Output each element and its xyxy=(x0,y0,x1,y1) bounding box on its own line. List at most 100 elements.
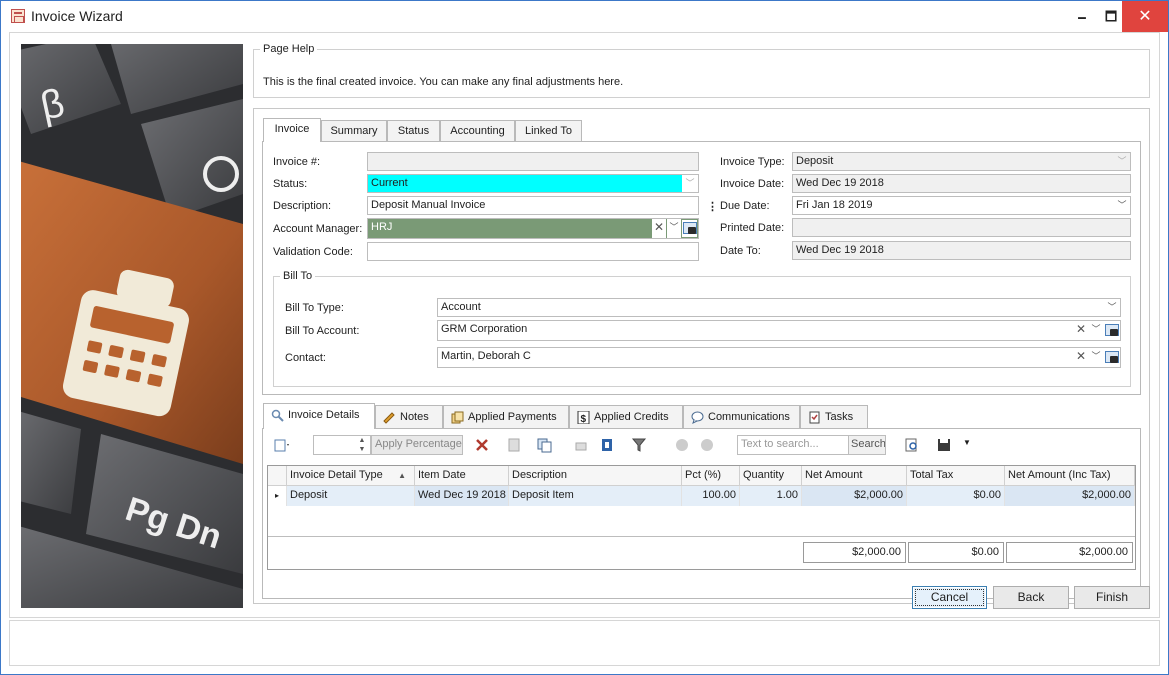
row-indicator-header xyxy=(268,466,287,486)
new-item-icon[interactable] xyxy=(273,436,291,454)
bill-to-account-value: GRM Corporation xyxy=(441,323,528,335)
contact-field[interactable]: Martin, Deborah C ✕ ﹀ xyxy=(437,347,1121,368)
chevron-down-icon[interactable]: ﹀ xyxy=(682,175,698,192)
finish-button[interactable]: Finish xyxy=(1074,586,1150,609)
due-date-field[interactable]: Fri Jan 18 2019 ﹀ xyxy=(792,196,1131,215)
tab-label: Invoice Details xyxy=(288,409,360,421)
tab-applied-credits[interactable]: $ Applied Credits xyxy=(569,405,683,429)
column-header[interactable]: Pct (%) xyxy=(682,466,740,486)
printed-date-field[interactable] xyxy=(792,218,1131,237)
dollar-icon: $ xyxy=(577,411,590,424)
keyboard-calculator-image: β Pg Dn xyxy=(21,44,243,608)
tab-invoice-details[interactable]: Invoice Details xyxy=(263,403,375,429)
sort-asc-icon: ▲ xyxy=(398,471,406,480)
tab-accounting[interactable]: Accounting xyxy=(440,120,515,142)
invoice-no-field[interactable] xyxy=(367,152,699,171)
column-header[interactable]: Total Tax xyxy=(907,466,1005,486)
tab-invoice[interactable]: Invoice xyxy=(263,118,321,142)
close-button[interactable]: ✕ xyxy=(1122,1,1168,32)
cancel-button[interactable]: Cancel xyxy=(912,586,987,609)
invoice-type-value: Deposit xyxy=(796,155,834,167)
row-selector-icon[interactable]: ▸ xyxy=(268,486,287,506)
lookup-icon[interactable] xyxy=(1104,349,1119,364)
search-input[interactable]: Text to search... xyxy=(737,435,849,455)
bill-to-type-select[interactable]: Account ﹀ xyxy=(437,298,1121,317)
column-header[interactable]: Net Amount xyxy=(802,466,907,486)
next-icon[interactable] xyxy=(698,436,716,454)
description-label: Description: xyxy=(273,200,332,212)
chevron-down-icon[interactable]: ﹀ xyxy=(1104,299,1120,316)
validation-code-label: Validation Code: xyxy=(273,246,353,258)
apply-percentage-button[interactable]: Apply Percentage xyxy=(371,435,463,455)
invoice-no-label: Invoice #: xyxy=(273,156,321,168)
invoice-date-field[interactable]: Wed Dec 19 2018 xyxy=(792,174,1131,193)
grid-footer-divider xyxy=(268,536,1135,537)
bill-to-account-field[interactable]: GRM Corporation ✕ ﹀ xyxy=(437,320,1121,341)
speech-bubble-icon xyxy=(691,411,704,424)
invoice-type-select[interactable]: Deposit ﹀ xyxy=(792,152,1131,171)
previous-icon[interactable] xyxy=(673,436,691,454)
export-icon[interactable] xyxy=(598,436,616,454)
validation-code-field[interactable] xyxy=(367,242,699,261)
status-select[interactable]: Current ﹀ xyxy=(367,174,699,193)
clear-icon[interactable]: ✕ xyxy=(652,219,666,238)
tab-label: Tasks xyxy=(825,411,854,423)
search-button[interactable]: Search xyxy=(848,435,886,455)
chevron-down-icon[interactable]: ﹀ xyxy=(667,219,681,238)
table-cell[interactable]: $2,000.00 xyxy=(802,486,907,506)
copy-icon[interactable] xyxy=(536,436,554,454)
clear-icon[interactable]: ✕ xyxy=(1074,348,1088,367)
bill-to-legend: Bill To xyxy=(283,270,313,282)
table-cell[interactable]: Deposit xyxy=(287,486,415,506)
column-header[interactable]: Description xyxy=(509,466,682,486)
invoice-frame: Invoice Summary Status Accounting Linked… xyxy=(253,108,1150,604)
table-cell[interactable]: Deposit Item xyxy=(509,486,682,506)
tab-tasks[interactable]: Tasks xyxy=(800,405,868,429)
table-cell[interactable]: 1.00 xyxy=(740,486,802,506)
filter-icon[interactable] xyxy=(631,436,649,454)
account-manager-field[interactable]: HRJ ✕ ﹀ xyxy=(367,218,699,239)
description-field[interactable]: Deposit Manual Invoice xyxy=(367,196,699,215)
chevron-down-icon[interactable]: ▼ xyxy=(963,438,971,447)
table-cell[interactable]: 100.00 xyxy=(682,486,740,506)
lookup-icon[interactable] xyxy=(682,220,697,237)
table-cell[interactable]: $0.00 xyxy=(907,486,1005,506)
percentage-input[interactable]: ▲ ▼ xyxy=(313,435,371,455)
chevron-down-icon[interactable]: ﹀ xyxy=(1114,197,1130,214)
contact-label: Contact: xyxy=(285,352,326,364)
app-icon xyxy=(11,9,25,23)
column-header[interactable]: Quantity xyxy=(740,466,802,486)
document-icon[interactable] xyxy=(505,436,523,454)
back-button[interactable]: Back xyxy=(993,586,1069,609)
column-header[interactable]: Invoice Detail Type ▲ xyxy=(287,466,415,486)
contact-value: Martin, Deborah C xyxy=(441,350,531,362)
find-icon[interactable] xyxy=(903,436,921,454)
tab-communications[interactable]: Communications xyxy=(683,405,800,429)
tab-label: Applied Payments xyxy=(468,411,557,423)
column-header[interactable]: Net Amount (Inc Tax) xyxy=(1005,466,1135,486)
tab-linked-to[interactable]: Linked To xyxy=(515,120,582,142)
table-cell[interactable]: $2,000.00 xyxy=(1005,486,1135,506)
due-date-label: Due Date: xyxy=(720,200,770,212)
tab-summary[interactable]: Summary xyxy=(321,120,387,142)
chevron-down-icon[interactable]: ﹀ xyxy=(1089,348,1103,367)
tab-applied-payments[interactable]: Applied Payments xyxy=(443,405,569,429)
tab-label: Applied Credits xyxy=(594,411,669,423)
total-net-inc-tax: $2,000.00 xyxy=(1006,542,1133,563)
chevron-down-icon[interactable]: ﹀ xyxy=(1114,153,1130,170)
lookup-icon[interactable] xyxy=(1104,322,1119,337)
clear-icon[interactable]: ✕ xyxy=(1074,321,1088,340)
column-header[interactable]: Item Date xyxy=(415,466,509,486)
tab-status[interactable]: Status xyxy=(387,120,440,142)
table-cell[interactable]: Wed Dec 19 2018 xyxy=(415,486,509,506)
notes-icon xyxy=(383,412,395,424)
tab-notes[interactable]: Notes xyxy=(375,405,443,429)
chevron-down-icon[interactable]: ﹀ xyxy=(1089,321,1103,340)
invoice-type-label: Invoice Type: xyxy=(720,156,785,168)
delete-icon[interactable] xyxy=(473,436,491,454)
bill-to-account-label: Bill To Account: xyxy=(285,325,360,337)
move-icon[interactable] xyxy=(573,436,591,454)
date-to-field[interactable]: Wed Dec 19 2018 xyxy=(792,241,1131,260)
splitter-grip-icon[interactable]: ⋮ xyxy=(707,200,718,213)
save-icon[interactable] xyxy=(935,436,953,454)
